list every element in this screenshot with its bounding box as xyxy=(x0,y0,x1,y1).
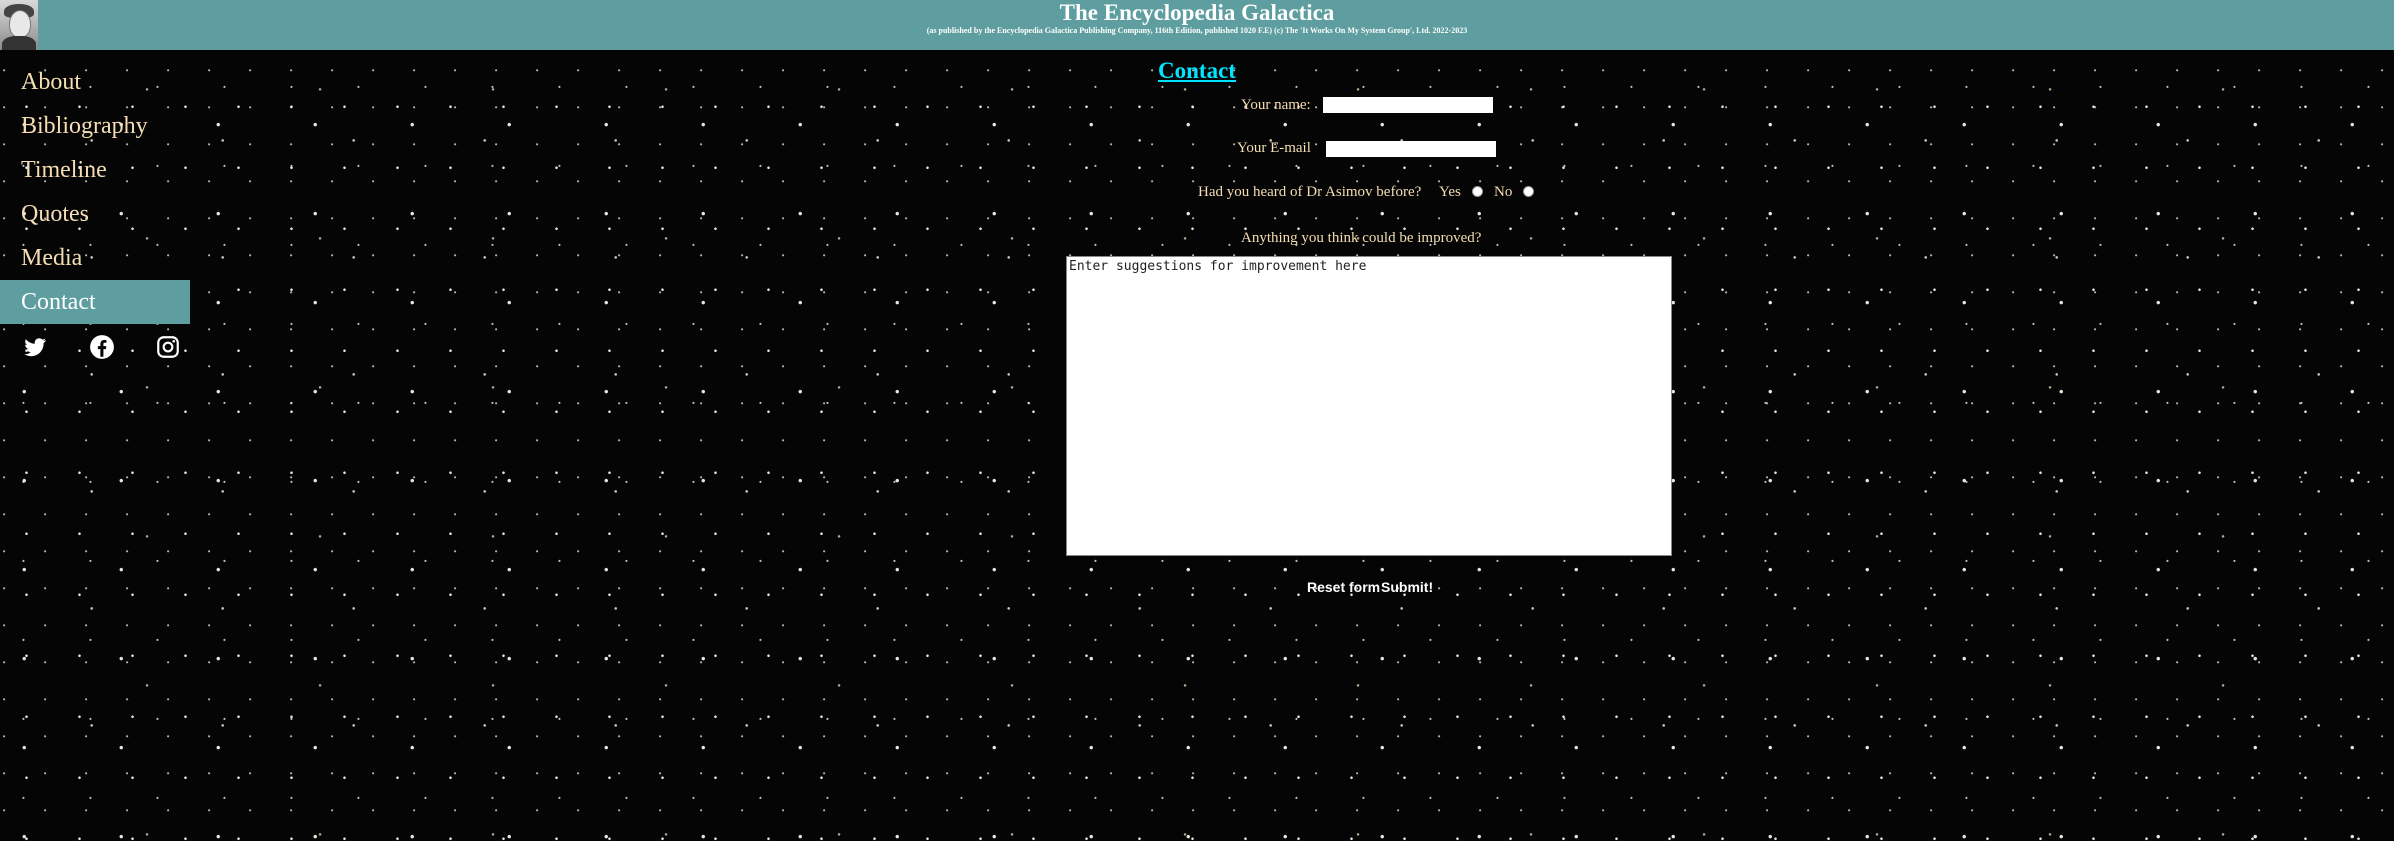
no-label: No xyxy=(1494,184,1513,200)
nav-item-contact[interactable]: Contact xyxy=(0,280,190,324)
site-subtitle: (as published by the Encyclopedia Galact… xyxy=(926,26,1468,35)
submit-button[interactable]: Submit! xyxy=(1381,578,1433,596)
name-field[interactable] xyxy=(1323,97,1493,113)
email-field[interactable] xyxy=(1326,141,1496,157)
nav-item-quotes[interactable]: Quotes xyxy=(0,192,190,236)
facebook-icon[interactable] xyxy=(89,334,115,360)
asimov-question-label: Had you heard of Dr Asimov before? xyxy=(1198,184,1422,200)
nav-item-media[interactable]: Media xyxy=(0,236,190,280)
page-title-contact[interactable]: Contact xyxy=(0,56,2394,86)
reset-form-button[interactable]: Reset form xyxy=(1307,578,1380,596)
yes-radio[interactable] xyxy=(1472,186,1483,197)
site-title: The Encyclopedia Galactica xyxy=(1059,0,1335,25)
social-links xyxy=(0,332,190,364)
site-header: The Encyclopedia Galactica (as published… xyxy=(0,0,2394,50)
twitter-icon[interactable] xyxy=(22,334,48,360)
sidebar-nav: About Bibliography Timeline Quotes Media… xyxy=(0,60,190,324)
instagram-icon[interactable] xyxy=(155,334,181,360)
name-label: Your name: xyxy=(1241,97,1311,113)
improvement-label: Anything you think could be improved? xyxy=(1241,230,1482,246)
yes-label: Yes xyxy=(1439,184,1461,200)
email-label: Your E-mail xyxy=(1237,140,1311,156)
no-radio[interactable] xyxy=(1523,186,1534,197)
nav-item-timeline[interactable]: Timeline xyxy=(0,148,190,192)
nav-item-bibliography[interactable]: Bibliography xyxy=(0,104,190,148)
suggestions-textarea[interactable] xyxy=(1066,256,1672,556)
